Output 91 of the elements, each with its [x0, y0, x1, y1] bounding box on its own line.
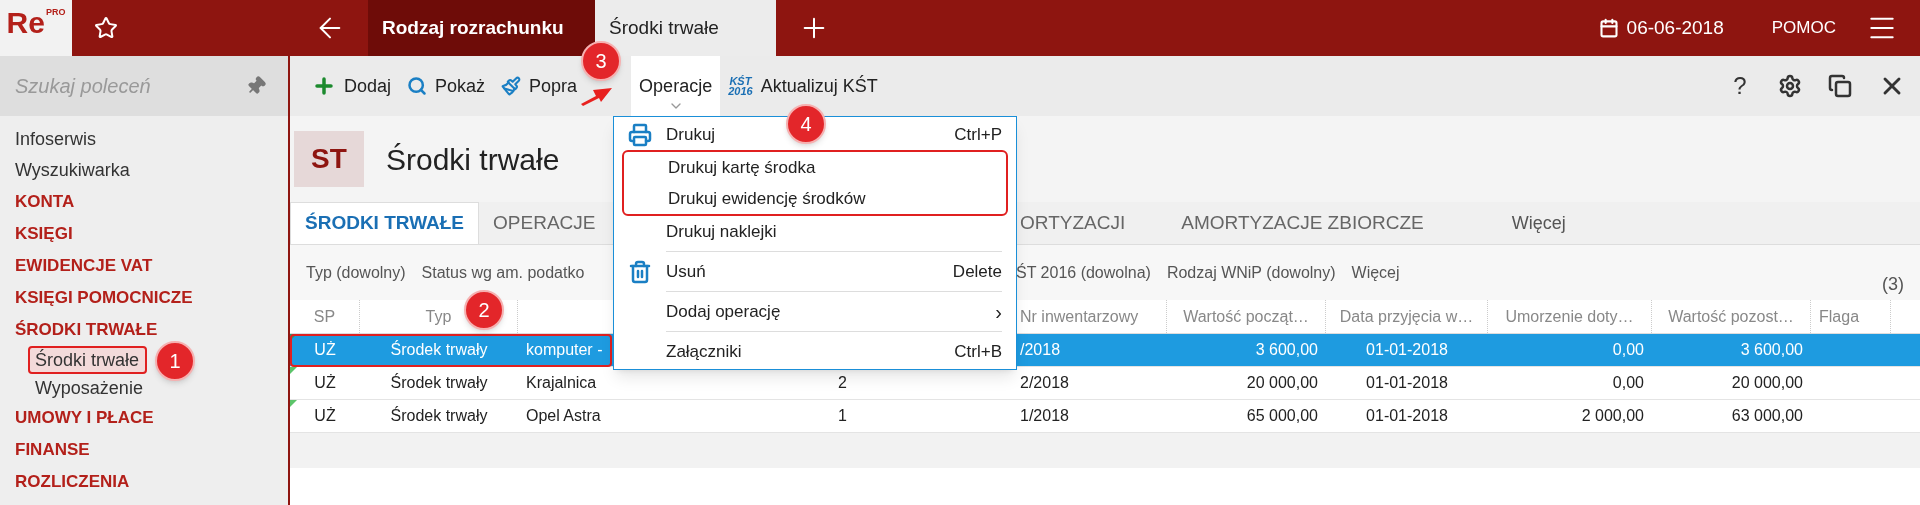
tab[interactable]: AMORTYZACJE ZBIORCZE [1167, 202, 1438, 244]
sidebar-item[interactable]: ROZLICZENIA [0, 466, 288, 498]
star-icon[interactable] [94, 16, 118, 40]
table-cell-text: 0,00 [1612, 340, 1644, 360]
column-header[interactable]: Flaga [1819, 304, 1860, 329]
table-cell-text: 0,00 [1612, 373, 1644, 393]
menu-item[interactable]: Drukuj naklejki [666, 218, 777, 245]
table-cell-text: 2/2018 [1020, 373, 1069, 393]
sidebar-item[interactable]: Środki trwałe [28, 346, 148, 374]
column-header[interactable]: Nr inwentarzowy [1020, 304, 1139, 329]
table-cell-text: Środek trwały [390, 405, 488, 426]
menu-item[interactable]: Dodaj operację [666, 298, 781, 325]
calendar-icon[interactable] [1598, 18, 1619, 38]
trash-icon [628, 259, 652, 284]
tab[interactable]: OPERACJE [479, 202, 610, 244]
shortcut-label: Delete [952, 260, 1002, 283]
menu-item[interactable]: Usuń [666, 258, 706, 285]
column-header[interactable]: Typ [425, 304, 452, 329]
printer-icon [628, 122, 652, 147]
restore-window-icon[interactable] [1828, 74, 1852, 98]
kst-icon: KŚT 2016 [728, 76, 753, 96]
menu-item[interactable]: Drukuj ewidencję środków [668, 185, 866, 212]
table-cell-text: UŻ [314, 406, 336, 426]
page-badge: ST [294, 131, 364, 187]
shortcut-label: Ctrl+B [954, 340, 1002, 363]
column-header[interactable]: SP [313, 304, 336, 329]
sidebar-item[interactable]: UMOWY I PŁACE [0, 402, 288, 434]
row-marker-icon [290, 400, 297, 407]
filter-link[interactable]: Status wg am. podatko [421, 260, 585, 285]
toolbar-button[interactable]: Dodaj [304, 56, 400, 116]
toolbar-button[interactable]: Pokaż [399, 56, 494, 116]
search-input[interactable]: Szukaj poleceń [15, 68, 246, 104]
table-cell-text: Opel Astra [526, 406, 601, 426]
table-cell-text: UŻ [314, 340, 336, 360]
menu-item[interactable]: Drukuj kartę środka [668, 154, 816, 181]
column-header[interactable]: Wartość począt… [1183, 304, 1309, 329]
table-cell-text: 3 600,00 [1740, 340, 1803, 360]
menu-item[interactable]: Drukuj [666, 121, 716, 148]
tab[interactable]: ORTYZACJI [1018, 202, 1140, 244]
table-cell-text: 1/2018 [1020, 406, 1069, 426]
plus-icon [312, 74, 336, 98]
more-tabs-link[interactable]: Więcej [1507, 202, 1570, 244]
table-cell-text: 2 [838, 373, 847, 393]
shortcut-label: Ctrl+P [954, 123, 1002, 146]
table-cell-text: Krajalnica [526, 373, 597, 393]
filter-link[interactable]: Rodzaj WNiP (dowolny) [1166, 260, 1336, 285]
sidebar-item[interactable]: FINANSE [0, 434, 288, 466]
toolbar-button[interactable]: Popra [493, 56, 578, 116]
brush-icon [501, 76, 522, 96]
column-header[interactable]: Wartość pozost… [1668, 304, 1794, 329]
table-cell-text: 20 000,00 [1731, 373, 1803, 393]
table-cell-text: 1 [838, 406, 847, 426]
settings-icon[interactable] [1778, 74, 1802, 98]
tab[interactable]: ŚRODKI TRWAŁE [290, 202, 480, 244]
table-cell-text: 01-01-2018 [1366, 340, 1448, 360]
table-cell-text: UŻ [314, 373, 336, 393]
sidebar-item[interactable]: EWIDENCJE VAT [0, 250, 288, 282]
date-label[interactable]: 06-06-2018 [1626, 13, 1724, 43]
submenu-arrow: › [995, 301, 1002, 322]
row-marker-icon [290, 334, 297, 341]
table-cell-text: 65 000,00 [1246, 406, 1318, 426]
filter-link[interactable]: ŚT 2016 (dowolna) [1016, 260, 1151, 285]
table-cell-text: komputer - [526, 340, 603, 360]
table-cell-text: /2018 [1020, 340, 1061, 360]
sidebar-item[interactable]: KONTA [0, 186, 288, 218]
table-cell-text: 01-01-2018 [1366, 373, 1448, 393]
help-button[interactable]: ? [1715, 68, 1765, 104]
table-cell-text: 20 000,00 [1246, 373, 1318, 393]
search-field[interactable]: Szukaj poleceń [0, 56, 288, 116]
table-cell-text: 2 000,00 [1581, 406, 1644, 426]
row-count: (3) [1882, 273, 1904, 296]
table-cell-text: Środek trwały [390, 372, 488, 393]
table-cell-text: 01-01-2018 [1366, 406, 1448, 426]
search-icon [407, 76, 428, 96]
window-tab[interactable]: Rodzaj rozrachunku [368, 0, 595, 56]
table-cell-text: 63 000,00 [1731, 406, 1803, 426]
toolbar-button[interactable]: Operacje [631, 56, 721, 116]
sidebar-item[interactable]: Wyszukiwarka [0, 155, 288, 186]
page-title: Środki trwałe [386, 141, 560, 178]
menu-item[interactable]: Załączniki [666, 338, 742, 365]
table-cell-text: Środek trwały [390, 339, 488, 360]
filter-link[interactable]: Więcej [1351, 260, 1400, 285]
filter-link[interactable]: Typ (dowolny) [306, 260, 406, 285]
table-cell-text: 3 600,00 [1255, 340, 1318, 360]
column-header[interactable]: Umorzenie doty… [1505, 304, 1634, 329]
sidebar-item[interactable]: Wyposażenie [28, 374, 151, 402]
sidebar-item[interactable]: Infoserwis [0, 124, 288, 155]
sidebar-item[interactable]: KSIĘGI POMOCNICZE [0, 282, 288, 314]
column-header[interactable]: Data przyjęcia w… [1339, 304, 1474, 329]
help-link[interactable]: POMOC [1771, 15, 1836, 41]
sidebar-item[interactable]: KSIĘGI [0, 218, 288, 250]
